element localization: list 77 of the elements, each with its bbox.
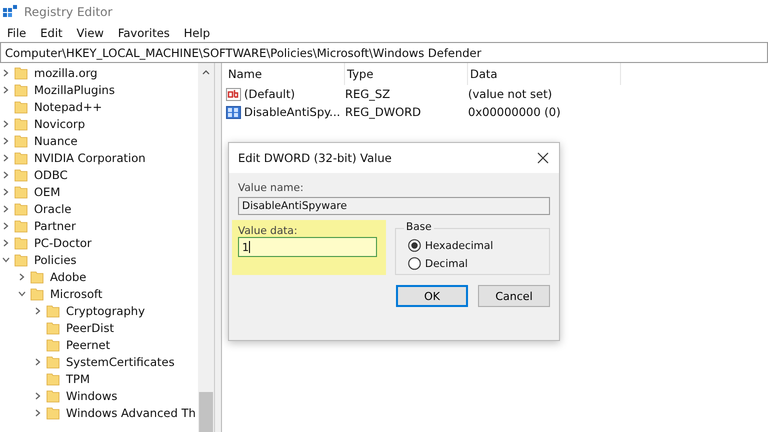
window-title: Registry Editor xyxy=(24,4,112,18)
radio-button[interactable] xyxy=(408,239,421,252)
value-name-field[interactable]: DisableAntiSpyware xyxy=(238,197,550,215)
tree-item[interactable]: mozilla.org xyxy=(34,66,98,80)
folder-icon xyxy=(14,134,28,148)
radio-label[interactable]: Decimal xyxy=(425,258,468,270)
tree-item[interactable]: Oracle xyxy=(34,202,72,216)
folder-icon xyxy=(46,338,60,352)
field-label: Value data: xyxy=(238,225,298,237)
folder-icon xyxy=(46,304,60,318)
column-header[interactable]: Name xyxy=(226,63,345,85)
folder-icon xyxy=(14,82,28,96)
tree-item[interactable]: ODBC xyxy=(34,168,68,182)
folder-icon xyxy=(14,116,28,130)
folder-icon xyxy=(14,150,28,164)
tree-item[interactable]: Novicorp xyxy=(34,116,86,130)
tree-item[interactable]: Microsoft xyxy=(50,286,102,300)
tree-item[interactable]: OEM xyxy=(34,184,60,198)
tree-item[interactable]: MozillaPlugins xyxy=(34,82,115,96)
folder-icon xyxy=(14,100,28,114)
tree-item[interactable]: NVIDIA Corporation xyxy=(34,150,146,164)
value-type: REG_DWORD xyxy=(344,105,422,119)
tree-item[interactable]: Cryptography xyxy=(66,304,145,318)
folder-icon xyxy=(14,236,28,250)
value-data: 0x00000000 (0) xyxy=(467,105,562,119)
tree-item[interactable]: SystemCertificates xyxy=(66,354,175,368)
folder-icon xyxy=(14,66,28,80)
binary-value-icon xyxy=(226,106,241,118)
tree-item[interactable]: Adobe xyxy=(50,270,86,284)
folder-icon xyxy=(46,372,60,386)
menu-item[interactable]: Help xyxy=(184,26,210,40)
folder-icon xyxy=(14,252,28,266)
menu-item[interactable]: File xyxy=(7,26,26,40)
string-value-icon xyxy=(226,88,241,100)
field-label: Value name: xyxy=(238,182,304,194)
tree-item[interactable]: Windows xyxy=(66,388,118,402)
folder-icon xyxy=(14,202,28,216)
folder-icon xyxy=(14,168,28,182)
column-header[interactable]: Type xyxy=(345,63,468,85)
close-icon[interactable] xyxy=(537,152,549,164)
scrollbar-thumb[interactable] xyxy=(199,392,213,432)
dialog-button[interactable]: OK xyxy=(396,285,468,307)
folder-icon xyxy=(46,388,60,402)
folder-icon xyxy=(30,286,44,300)
dialog-title: Edit DWORD (32-bit) Value xyxy=(238,151,392,165)
tree-item[interactable]: Peernet xyxy=(66,338,110,352)
folder-icon xyxy=(14,184,28,198)
value-name[interactable]: (Default) xyxy=(244,87,295,101)
folder-icon xyxy=(46,320,60,334)
group-label: Base xyxy=(404,221,434,233)
tree-item[interactable]: Policies xyxy=(34,252,77,266)
tree-item[interactable]: TPM xyxy=(66,372,90,386)
folder-icon xyxy=(30,270,44,284)
radio-button[interactable] xyxy=(408,257,421,270)
value-name[interactable]: DisableAntiSpy... xyxy=(244,105,340,119)
tree-item[interactable]: PC-Doctor xyxy=(34,236,92,250)
tree-item[interactable]: Nuance xyxy=(34,134,78,148)
menu-item[interactable]: Favorites xyxy=(118,26,170,40)
menu-item[interactable]: Edit xyxy=(40,26,63,40)
value-data: (value not set) xyxy=(467,87,554,101)
value-type: REG_SZ xyxy=(344,87,392,101)
dialog-button[interactable]: Cancel xyxy=(478,285,550,307)
tree-item[interactable]: Partner xyxy=(34,218,76,232)
column-header[interactable]: Data xyxy=(468,63,621,85)
folder-icon xyxy=(46,354,60,368)
registry-icon xyxy=(3,4,17,18)
radio-label[interactable]: Hexadecimal xyxy=(425,240,494,252)
value-data-field[interactable]: 1 xyxy=(238,237,377,257)
scrollbar[interactable] xyxy=(198,63,214,432)
address-bar[interactable]: Computer\HKEY_LOCAL_MACHINE\SOFTWARE\Policies\Microsoft\Windows Defender xyxy=(0,42,768,63)
tree-item[interactable]: Notepad++ xyxy=(34,100,102,114)
menu-item[interactable]: View xyxy=(76,26,104,40)
scroll-up-icon[interactable] xyxy=(202,69,210,75)
tree-item[interactable]: PeerDist xyxy=(66,320,114,334)
folder-icon xyxy=(46,406,60,420)
tree-item[interactable]: Windows Advanced Th xyxy=(66,406,196,420)
folder-icon xyxy=(14,218,28,232)
